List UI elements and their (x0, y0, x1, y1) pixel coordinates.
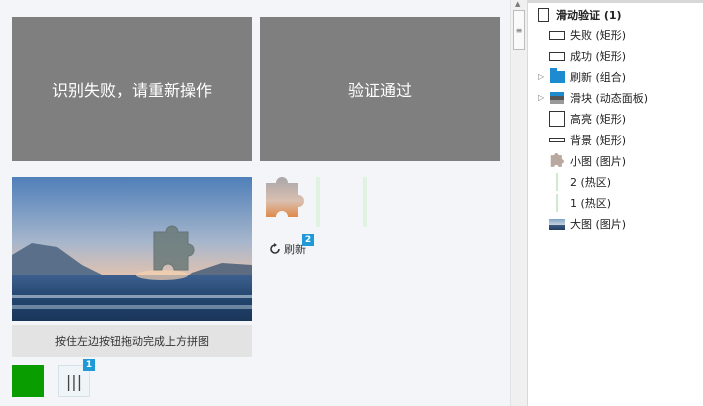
outline-item-highlight[interactable]: 高亮 (矩形) (548, 109, 626, 129)
page-icon (534, 8, 552, 22)
outline-item-label: 滑动验证 (1) (556, 9, 622, 22)
outline-item-label: 失败 (矩形) (570, 29, 627, 42)
outline-item-label: 成功 (矩形) (570, 50, 627, 63)
outline-item-large-image[interactable]: 大图 (图片) (548, 214, 626, 234)
outline-item-label: 小图 (图片) (570, 155, 627, 168)
outline-topbar (528, 0, 703, 3)
hotspot-1[interactable] (363, 177, 367, 227)
fail-panel-text: 识别失败，请重新操作 (51, 81, 212, 100)
outline-panel: 滑动验证 (1) 失败 (矩形) 成功 (矩形) ▷ 刷新 (组合) ▷ 滑块 … (527, 0, 703, 406)
outline-item-label: 高亮 (矩形) (570, 113, 627, 126)
outline-item-fail[interactable]: 失败 (矩形) (548, 25, 626, 45)
image-icon (548, 218, 566, 230)
hotspot-2[interactable] (316, 177, 320, 227)
puzzle-piece[interactable] (262, 177, 306, 223)
rectangle-icon (548, 51, 566, 61)
expand-slider-icon[interactable]: ▷ (538, 93, 544, 102)
refresh-icon (270, 243, 280, 254)
outline-item-label: 背景 (矩形) (570, 134, 627, 147)
hotspot-icon (548, 173, 566, 191)
outline-item-small-image[interactable]: 小图 (图片) (548, 151, 626, 171)
large-image[interactable] (12, 177, 252, 321)
success-block[interactable] (12, 365, 44, 397)
rectangle-icon (548, 111, 566, 127)
outline-item-label: 刷新 (组合) (570, 71, 627, 84)
outline-item-background[interactable]: 背景 (矩形) (548, 130, 626, 150)
scroll-thumb[interactable]: ≡ (513, 10, 525, 50)
outline-item-hotspot-1[interactable]: 1 (热区) (548, 193, 611, 213)
outline-item-label: 大图 (图片) (570, 218, 627, 231)
outline-item-refresh[interactable]: 刷新 (组合) (548, 67, 626, 87)
fail-panel[interactable]: 识别失败，请重新操作 (12, 17, 252, 161)
sunset-image (12, 177, 252, 321)
success-panel-text: 验证通过 (347, 81, 412, 100)
outline-item-label: 1 (热区) (570, 197, 612, 210)
folder-icon (548, 68, 566, 83)
dynamic-panel-icon (548, 92, 566, 104)
outline-item-label: 2 (热区) (570, 176, 612, 189)
rectangle-icon (548, 138, 566, 142)
slider-grip-icon: ||| (65, 371, 83, 391)
outline-item-hotspot-2[interactable]: 2 (热区) (548, 172, 611, 192)
hotspot-icon (548, 194, 566, 212)
rectangle-icon (548, 30, 566, 40)
design-canvas[interactable]: 识别失败，请重新操作 验证通过 按住左边按钮拖动完成上方拼图 刷新 2 ||| … (0, 0, 510, 406)
outline-item-label: 滑块 (动态面板) (570, 92, 649, 105)
refresh-badge: 2 (302, 234, 314, 246)
refresh-button[interactable]: 刷新 (268, 241, 306, 257)
outline-item-success[interactable]: 成功 (矩形) (548, 46, 626, 66)
hint-bar: 按住左边按钮拖动完成上方拼图 (12, 325, 252, 357)
hint-text: 按住左边按钮拖动完成上方拼图 (55, 335, 209, 348)
outline-item-slider[interactable]: 滑块 (动态面板) (548, 88, 648, 108)
outline-item-slide-verify[interactable]: 滑动验证 (1) (534, 5, 622, 25)
puzzle-image-icon (548, 153, 566, 169)
slider-badge: 1 (83, 359, 95, 371)
puzzle-piece-icon (266, 177, 304, 217)
canvas-scrollbar[interactable]: ▲ ≡ (510, 0, 527, 406)
scroll-up-icon[interactable]: ▲ (515, 0, 520, 8)
success-panel[interactable]: 验证通过 (260, 17, 500, 161)
expand-refresh-icon[interactable]: ▷ (538, 72, 544, 81)
